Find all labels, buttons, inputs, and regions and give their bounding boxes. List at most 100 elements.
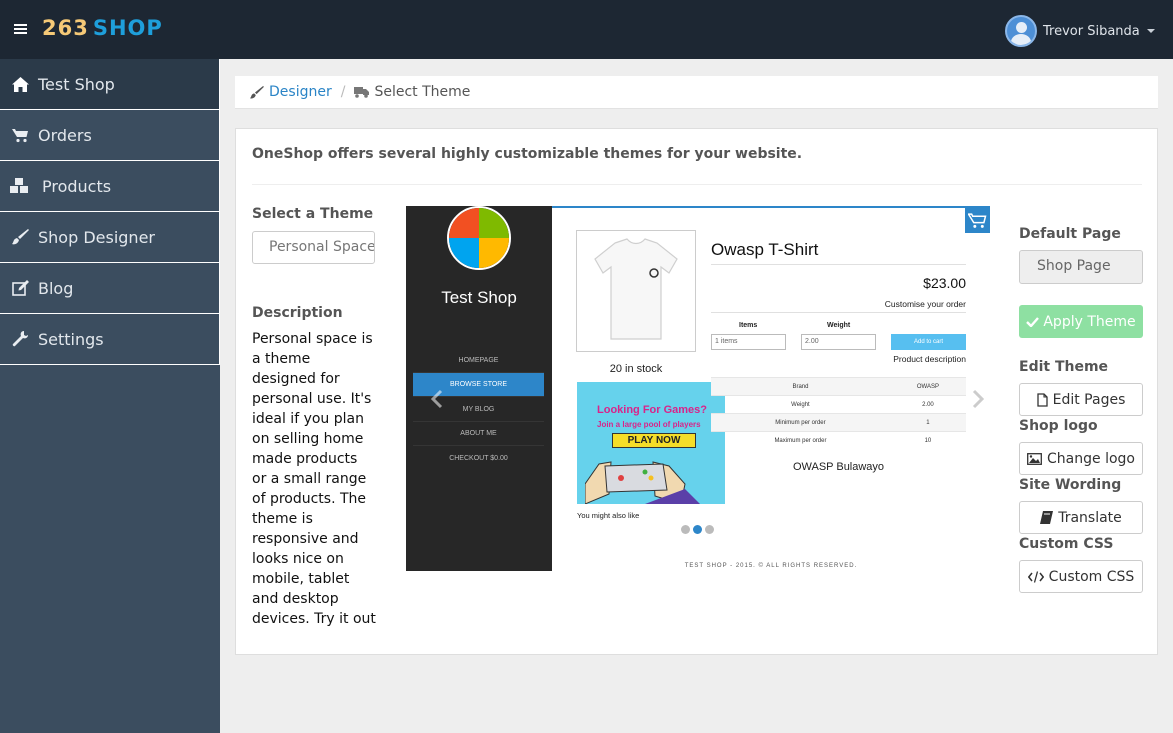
sidebar-item-test-shop[interactable]: Test Shop bbox=[0, 59, 220, 110]
check-icon bbox=[1026, 316, 1040, 327]
sidebar-item-label: Products bbox=[42, 176, 112, 196]
description-label: Description bbox=[252, 305, 343, 321]
breadcrumb-designer-link[interactable]: Designer bbox=[269, 84, 332, 100]
preview-nav-item: ABOUT ME bbox=[413, 422, 544, 446]
preview-also-like: You might also like bbox=[577, 511, 640, 520]
preview-ad-button: PLAY NOW bbox=[612, 433, 696, 448]
preview-items-input: 1 items bbox=[711, 334, 786, 350]
table-row: Brand OWASP bbox=[711, 377, 966, 396]
apply-theme-button[interactable]: Apply Theme bbox=[1019, 305, 1143, 338]
cart-icon bbox=[10, 128, 30, 143]
sidebar-item-settings[interactable]: Settings bbox=[0, 314, 220, 365]
carousel-next-icon[interactable] bbox=[972, 389, 985, 413]
preview-shop-title: Test Shop bbox=[441, 288, 517, 307]
default-page-label: Default Page bbox=[1019, 226, 1121, 242]
shop-logo-label: Shop logo bbox=[1019, 418, 1098, 434]
theme-select[interactable]: Personal Space bbox=[252, 231, 375, 264]
wrench-icon bbox=[10, 331, 30, 347]
table-row: Minimum per order 1 bbox=[711, 413, 966, 432]
edit-pages-label: Edit Pages bbox=[1052, 391, 1126, 408]
breadcrumb: Designer / Select Theme bbox=[235, 76, 1158, 109]
theme-description: Personal space is a theme designed for p… bbox=[252, 331, 376, 627]
preview-ad-banner: Looking For Games? Join a large pool of … bbox=[577, 382, 725, 504]
custom-css-label: Custom CSS bbox=[1019, 536, 1114, 552]
preview-product-name: Owasp T-Shirt bbox=[711, 240, 819, 259]
divider bbox=[252, 184, 1142, 185]
preview-stock: 20 in stock bbox=[609, 363, 663, 375]
edit-pages-button[interactable]: Edit Pages bbox=[1019, 383, 1143, 416]
custom-css-button[interactable]: Custom CSS bbox=[1019, 560, 1143, 593]
preview-nav-item: HOMEPAGE bbox=[413, 349, 544, 373]
brand-logo[interactable]: 263 SHOP bbox=[42, 16, 163, 40]
preview-product-image bbox=[576, 230, 696, 352]
preview-logo bbox=[447, 206, 511, 270]
preview-nav-item: CHECKOUT $0.00 bbox=[449, 455, 508, 462]
home-icon bbox=[10, 76, 30, 92]
preview-product-description: Product description bbox=[893, 354, 966, 364]
edit-theme-label: Edit Theme bbox=[1019, 359, 1109, 375]
sidebar-item-shop-designer[interactable]: Shop Designer bbox=[0, 212, 220, 263]
preview-top-line bbox=[552, 206, 990, 208]
breadcrumb-current: Select Theme bbox=[374, 84, 471, 100]
gamepad-icon bbox=[585, 461, 700, 504]
breadcrumb-separator: / bbox=[340, 84, 346, 100]
brand-name: SHOP bbox=[92, 16, 163, 40]
table-row: Weight 2.00 bbox=[711, 395, 966, 414]
preview-weight-input: 2.00 bbox=[801, 334, 876, 350]
sidebar-item-orders[interactable]: Orders bbox=[0, 110, 220, 161]
theme-panel: OneShop offers several highly customizab… bbox=[235, 128, 1158, 655]
book-icon bbox=[1040, 511, 1054, 524]
preview-field-weight: Weight bbox=[827, 322, 851, 329]
hamburger-menu-icon[interactable] bbox=[14, 24, 27, 36]
change-logo-label: Change logo bbox=[1047, 450, 1135, 467]
sidebar-item-label: Settings bbox=[38, 329, 104, 349]
sidebar-item-label: Shop Designer bbox=[38, 227, 155, 247]
default-page-select[interactable]: Shop Page bbox=[1019, 250, 1143, 284]
preview-price: $23.00 bbox=[923, 275, 966, 291]
preview-ad-subtitle: Join a large pool of players bbox=[597, 420, 701, 429]
sidebar-item-label: Orders bbox=[38, 125, 92, 145]
preview-customise: Customise your order bbox=[884, 299, 966, 309]
preview-divider bbox=[711, 264, 966, 265]
image-icon bbox=[1027, 452, 1042, 465]
sidebar-item-label: Blog bbox=[38, 278, 74, 298]
preview-ad-title: Looking For Games? bbox=[597, 404, 708, 416]
sidebar-item-label: Test Shop bbox=[38, 74, 115, 94]
caret-down-icon bbox=[1146, 29, 1155, 33]
preview-sidebar: Test Shop HOMEPAGE BROWSE STORE MY BLOG … bbox=[406, 206, 552, 571]
edit-icon bbox=[10, 280, 30, 296]
preview-cart-icon bbox=[965, 208, 990, 233]
brush-icon bbox=[10, 229, 30, 245]
code-icon bbox=[1027, 570, 1044, 583]
sidebar: Test Shop Orders Products Shop Designer … bbox=[0, 59, 220, 733]
preview-store-name: OWASP Bulawayo bbox=[792, 461, 885, 473]
change-logo-button[interactable]: Change logo bbox=[1019, 442, 1143, 475]
custom-css-label-text: Custom CSS bbox=[1048, 568, 1135, 585]
preview-footer: TEST SHOP - 2015. © ALL RIGHTS RESERVED. bbox=[684, 563, 858, 569]
sidebar-item-blog[interactable]: Blog bbox=[0, 263, 220, 314]
avatar bbox=[1005, 15, 1037, 47]
apply-theme-label: Apply Theme bbox=[1043, 313, 1136, 330]
brush-icon bbox=[250, 85, 264, 99]
truck-icon bbox=[354, 86, 370, 98]
translate-label: Translate bbox=[1058, 509, 1122, 526]
user-name: Trevor Sibanda bbox=[1043, 23, 1140, 39]
intro-text: OneShop offers several highly customizab… bbox=[252, 146, 803, 162]
brand-number: 263 bbox=[42, 16, 89, 40]
preview-add-to-cart: Add to cart bbox=[891, 334, 966, 350]
select-theme-label: Select a Theme bbox=[252, 206, 374, 222]
carousel-dots[interactable] bbox=[681, 525, 717, 534]
carousel-prev-icon[interactable] bbox=[430, 389, 443, 413]
preview-divider bbox=[711, 312, 966, 313]
theme-preview: Test Shop HOMEPAGE BROWSE STORE MY BLOG … bbox=[406, 206, 990, 571]
file-icon bbox=[1036, 392, 1048, 407]
sidebar-item-products[interactable]: Products bbox=[0, 161, 220, 212]
top-navbar: 263 SHOP Trevor Sibanda bbox=[0, 0, 1173, 59]
site-wording-label: Site Wording bbox=[1019, 477, 1122, 493]
cubes-icon bbox=[10, 178, 30, 194]
preview-spec-table: Brand OWASP Weight 2.00 Minimum per order 1… bbox=[711, 377, 966, 450]
user-menu[interactable]: Trevor Sibanda bbox=[1005, 15, 1155, 47]
translate-button[interactable]: Translate bbox=[1019, 501, 1143, 534]
table-row: Maximum per order 10 bbox=[711, 431, 966, 450]
preview-field-items: Items bbox=[739, 322, 758, 329]
